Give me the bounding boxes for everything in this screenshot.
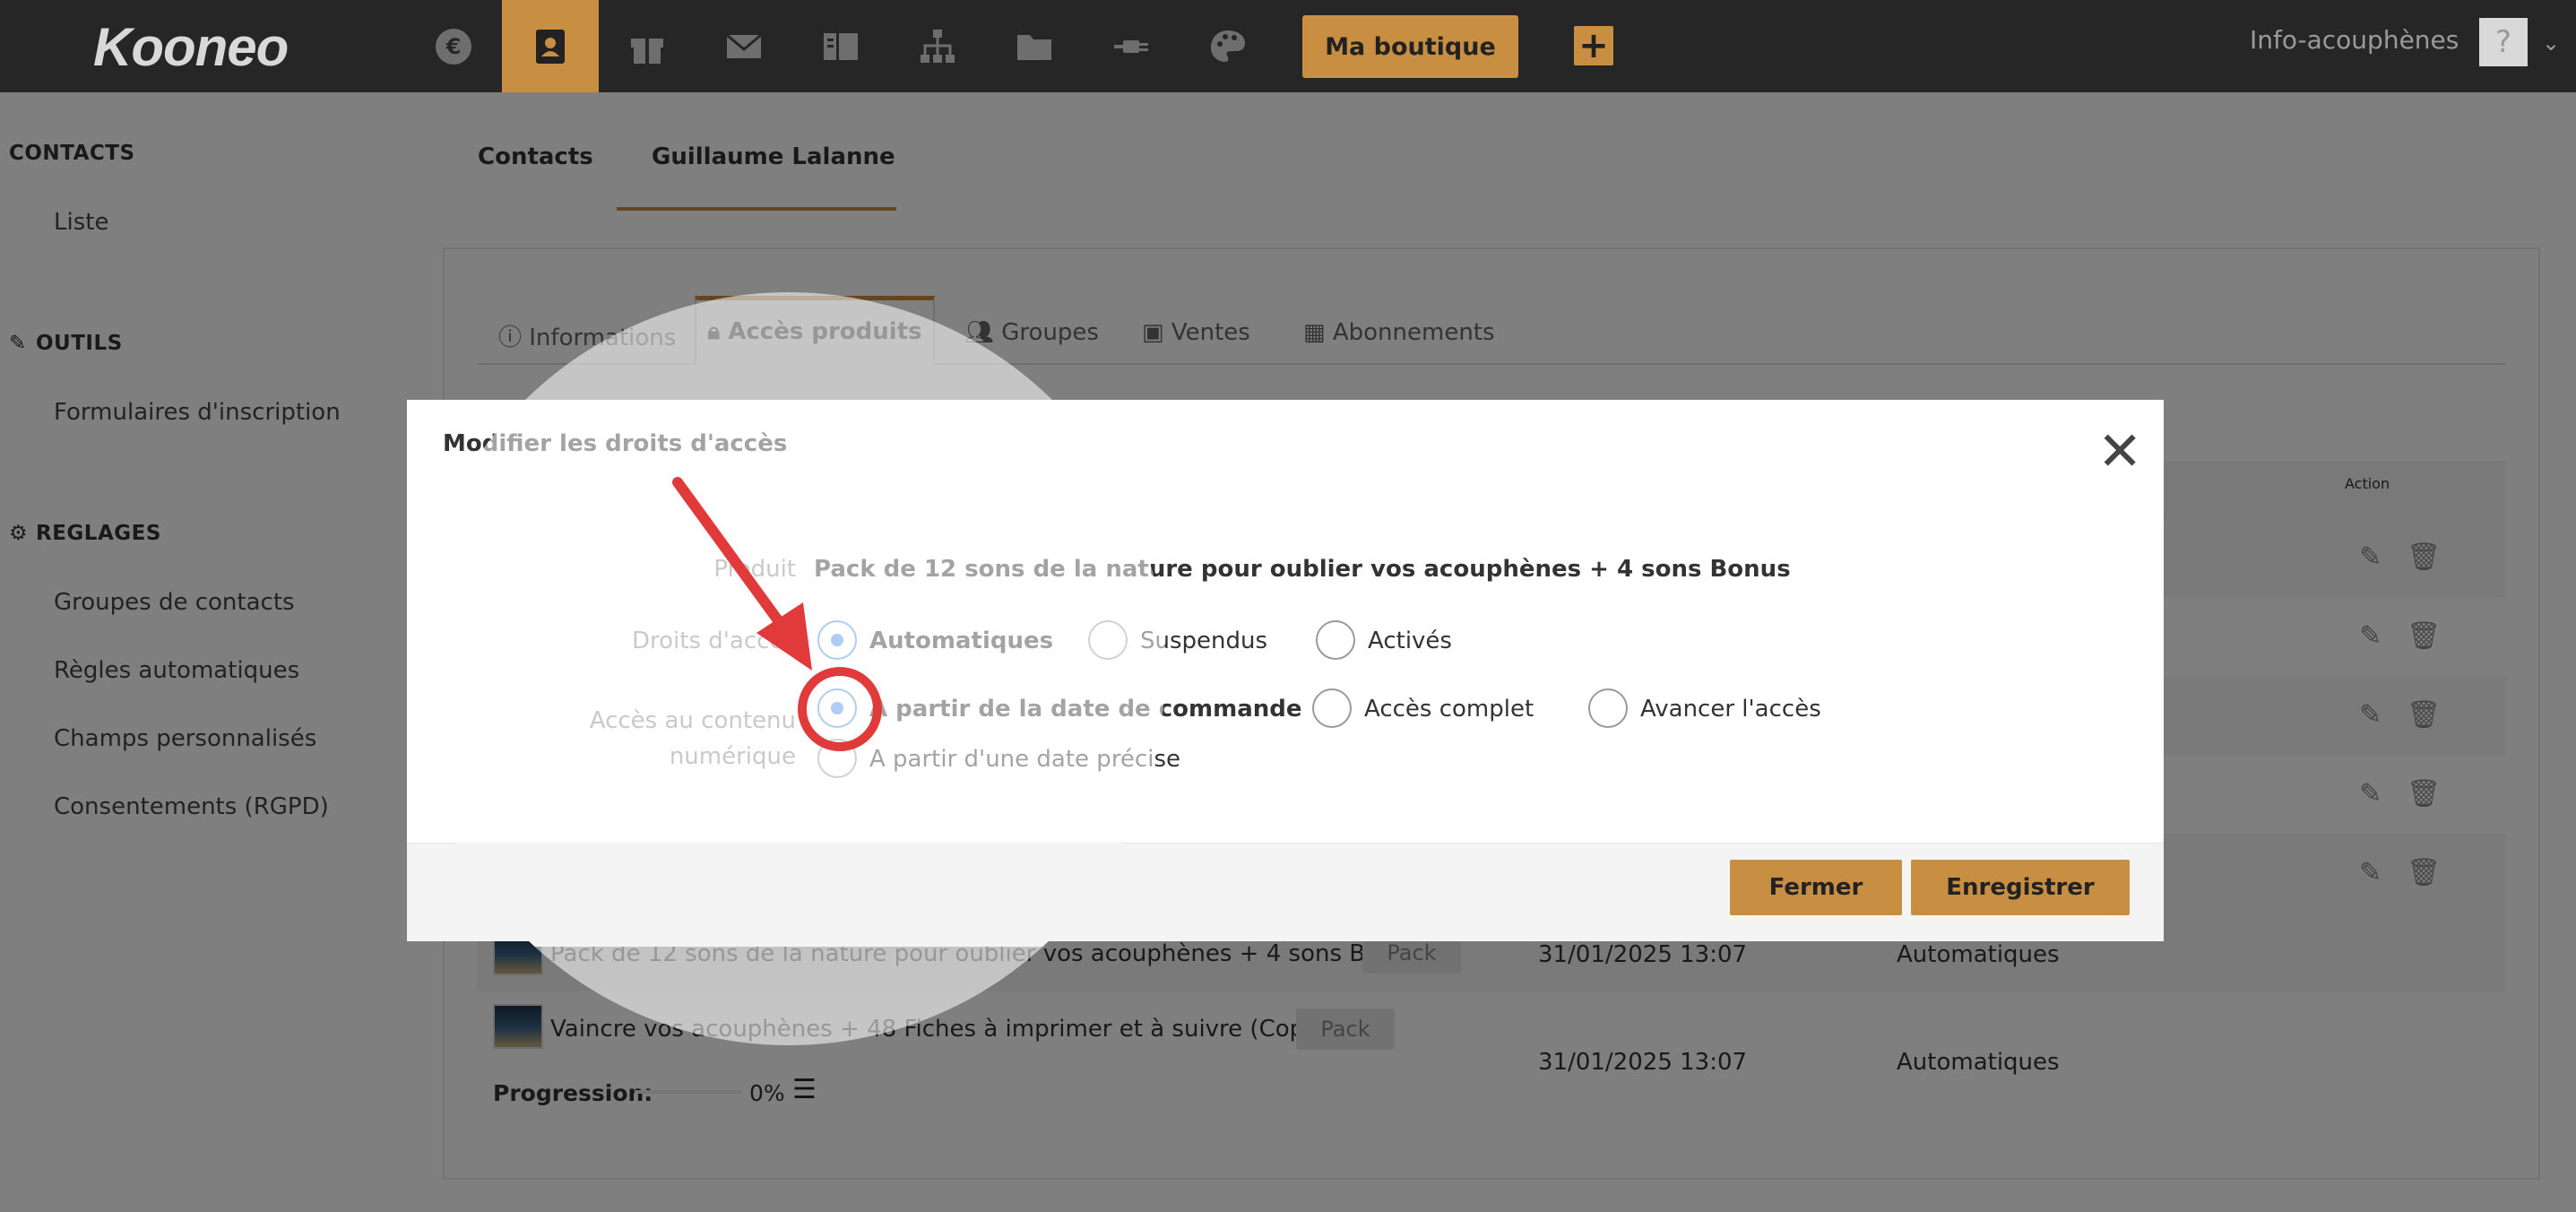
radio-label-date-commande: A partir de la date de commande	[869, 696, 1302, 723]
svg-text:€: €	[445, 34, 462, 59]
modal-title: Modifier les droits d'accès	[443, 430, 788, 457]
contacts-book-icon[interactable]	[502, 0, 599, 92]
my-shop-button[interactable]: Ma boutique	[1302, 15, 1518, 78]
radio-label-acces-complet: Accès complet	[1364, 696, 1534, 723]
palette-icon[interactable]	[1180, 0, 1276, 92]
radio-label-automatiques: Automatiques	[869, 628, 1054, 654]
modal-footer: Fermer Enregistrer	[407, 843, 2164, 941]
avatar-placeholder-icon: ?	[2494, 24, 2512, 60]
gift-icon[interactable]	[599, 0, 696, 92]
close-button[interactable]: Fermer	[1730, 860, 1902, 915]
avatar[interactable]: ?	[2479, 18, 2528, 66]
plug-icon[interactable]	[1083, 0, 1180, 92]
close-icon[interactable]: ✕	[2097, 425, 2142, 479]
product-value: Pack de 12 sons de la nature pour oublie…	[814, 556, 1791, 583]
sitemap-icon[interactable]	[889, 0, 986, 92]
euro-icon[interactable]: €	[405, 0, 502, 92]
save-button[interactable]: Enregistrer	[1911, 860, 2130, 915]
radio-actives[interactable]	[1316, 620, 1355, 660]
add-button[interactable]: +	[1574, 26, 1613, 65]
edit-access-modal: Modifier les droits d'accès ✕ Produit Pa…	[407, 400, 2164, 941]
radio-label-actives: Activés	[1368, 628, 1452, 654]
kooneo-logo[interactable]: Kooneo	[93, 16, 289, 78]
radio-avancer-acces[interactable]	[1588, 688, 1628, 728]
radio-acces-complet[interactable]	[1312, 688, 1352, 728]
columns-icon[interactable]	[792, 0, 889, 92]
folder-icon[interactable]	[986, 0, 1083, 92]
digital-access-label: Accès au contenu numérique	[589, 707, 796, 770]
mail-icon[interactable]	[696, 0, 792, 92]
rights-label: Droits d'accès	[632, 628, 796, 654]
radio-label-suspendus: Suspendus	[1140, 628, 1268, 654]
product-label: Produit	[713, 556, 796, 583]
radio-label-avancer-acces: Avancer l'accès	[1640, 696, 1821, 723]
highlight-ring	[798, 667, 882, 751]
radio-label-date-precise: A partir d'une date précise	[869, 746, 1180, 773]
radio-automatiques[interactable]	[817, 620, 857, 660]
top-navigation-bar: Kooneo € Ma boutique + Info-acouphènes ?…	[0, 0, 2576, 92]
radio-suspendus[interactable]	[1088, 620, 1128, 660]
account-name[interactable]: Info-acouphènes	[2250, 25, 2459, 55]
chevron-down-icon[interactable]: ⌄	[2542, 30, 2560, 56]
